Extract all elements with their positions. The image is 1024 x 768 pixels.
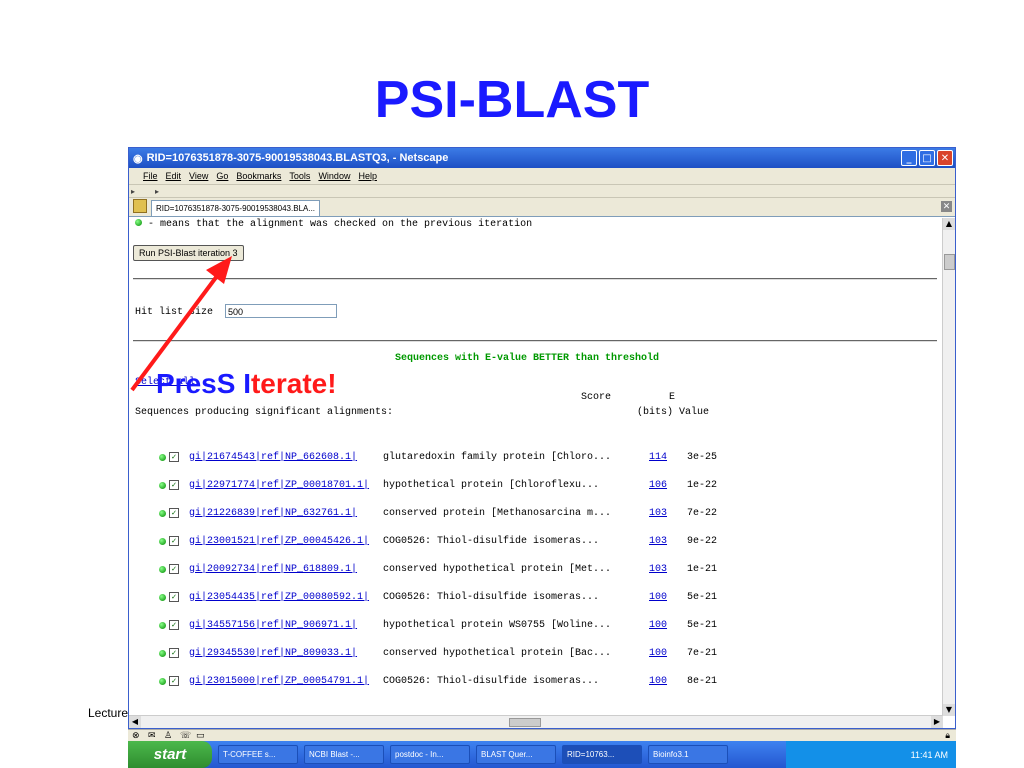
taskbar-item-postdoc[interactable]: postdoc - In... (390, 745, 470, 764)
red-arrow-icon (130, 256, 232, 392)
clock: 11:41 AM (910, 749, 948, 760)
taskbar-item-bioinfo[interactable]: Bioinfo3.1 (648, 745, 728, 764)
start-button[interactable]: start (128, 741, 212, 768)
callout-I: I (243, 368, 251, 399)
callout-presS: PresS (156, 368, 236, 399)
taskbar-item-rid[interactable]: RID=10763... (562, 745, 642, 764)
press-iterate-callout: PresS Iterate! (156, 368, 337, 400)
navigator-icon[interactable]: ⊗ (132, 731, 140, 741)
address-book-icon[interactable]: ☏ (180, 731, 191, 741)
taskbar-item-blast-query[interactable]: BLAST Quer... (476, 745, 556, 764)
start-label: start (153, 746, 187, 763)
page-icon[interactable]: ▭ (196, 731, 205, 741)
composer-icon[interactable]: ♙ (164, 731, 172, 741)
mail-icon[interactable]: ✉ (148, 731, 156, 741)
windows-taskbar: start T-COFFEE s... NCBI Blast -... post… (128, 741, 956, 768)
callout-terate: terate! (250, 368, 337, 399)
taskbar-item-tcoffee[interactable]: T-COFFEE s... (218, 745, 298, 764)
system-tray: 11:41 AM (786, 741, 956, 768)
arrow-head (206, 256, 232, 284)
taskbar-item-ncbi[interactable]: NCBI Blast -... (304, 745, 384, 764)
security-icon: 🔒︎ (945, 731, 950, 741)
